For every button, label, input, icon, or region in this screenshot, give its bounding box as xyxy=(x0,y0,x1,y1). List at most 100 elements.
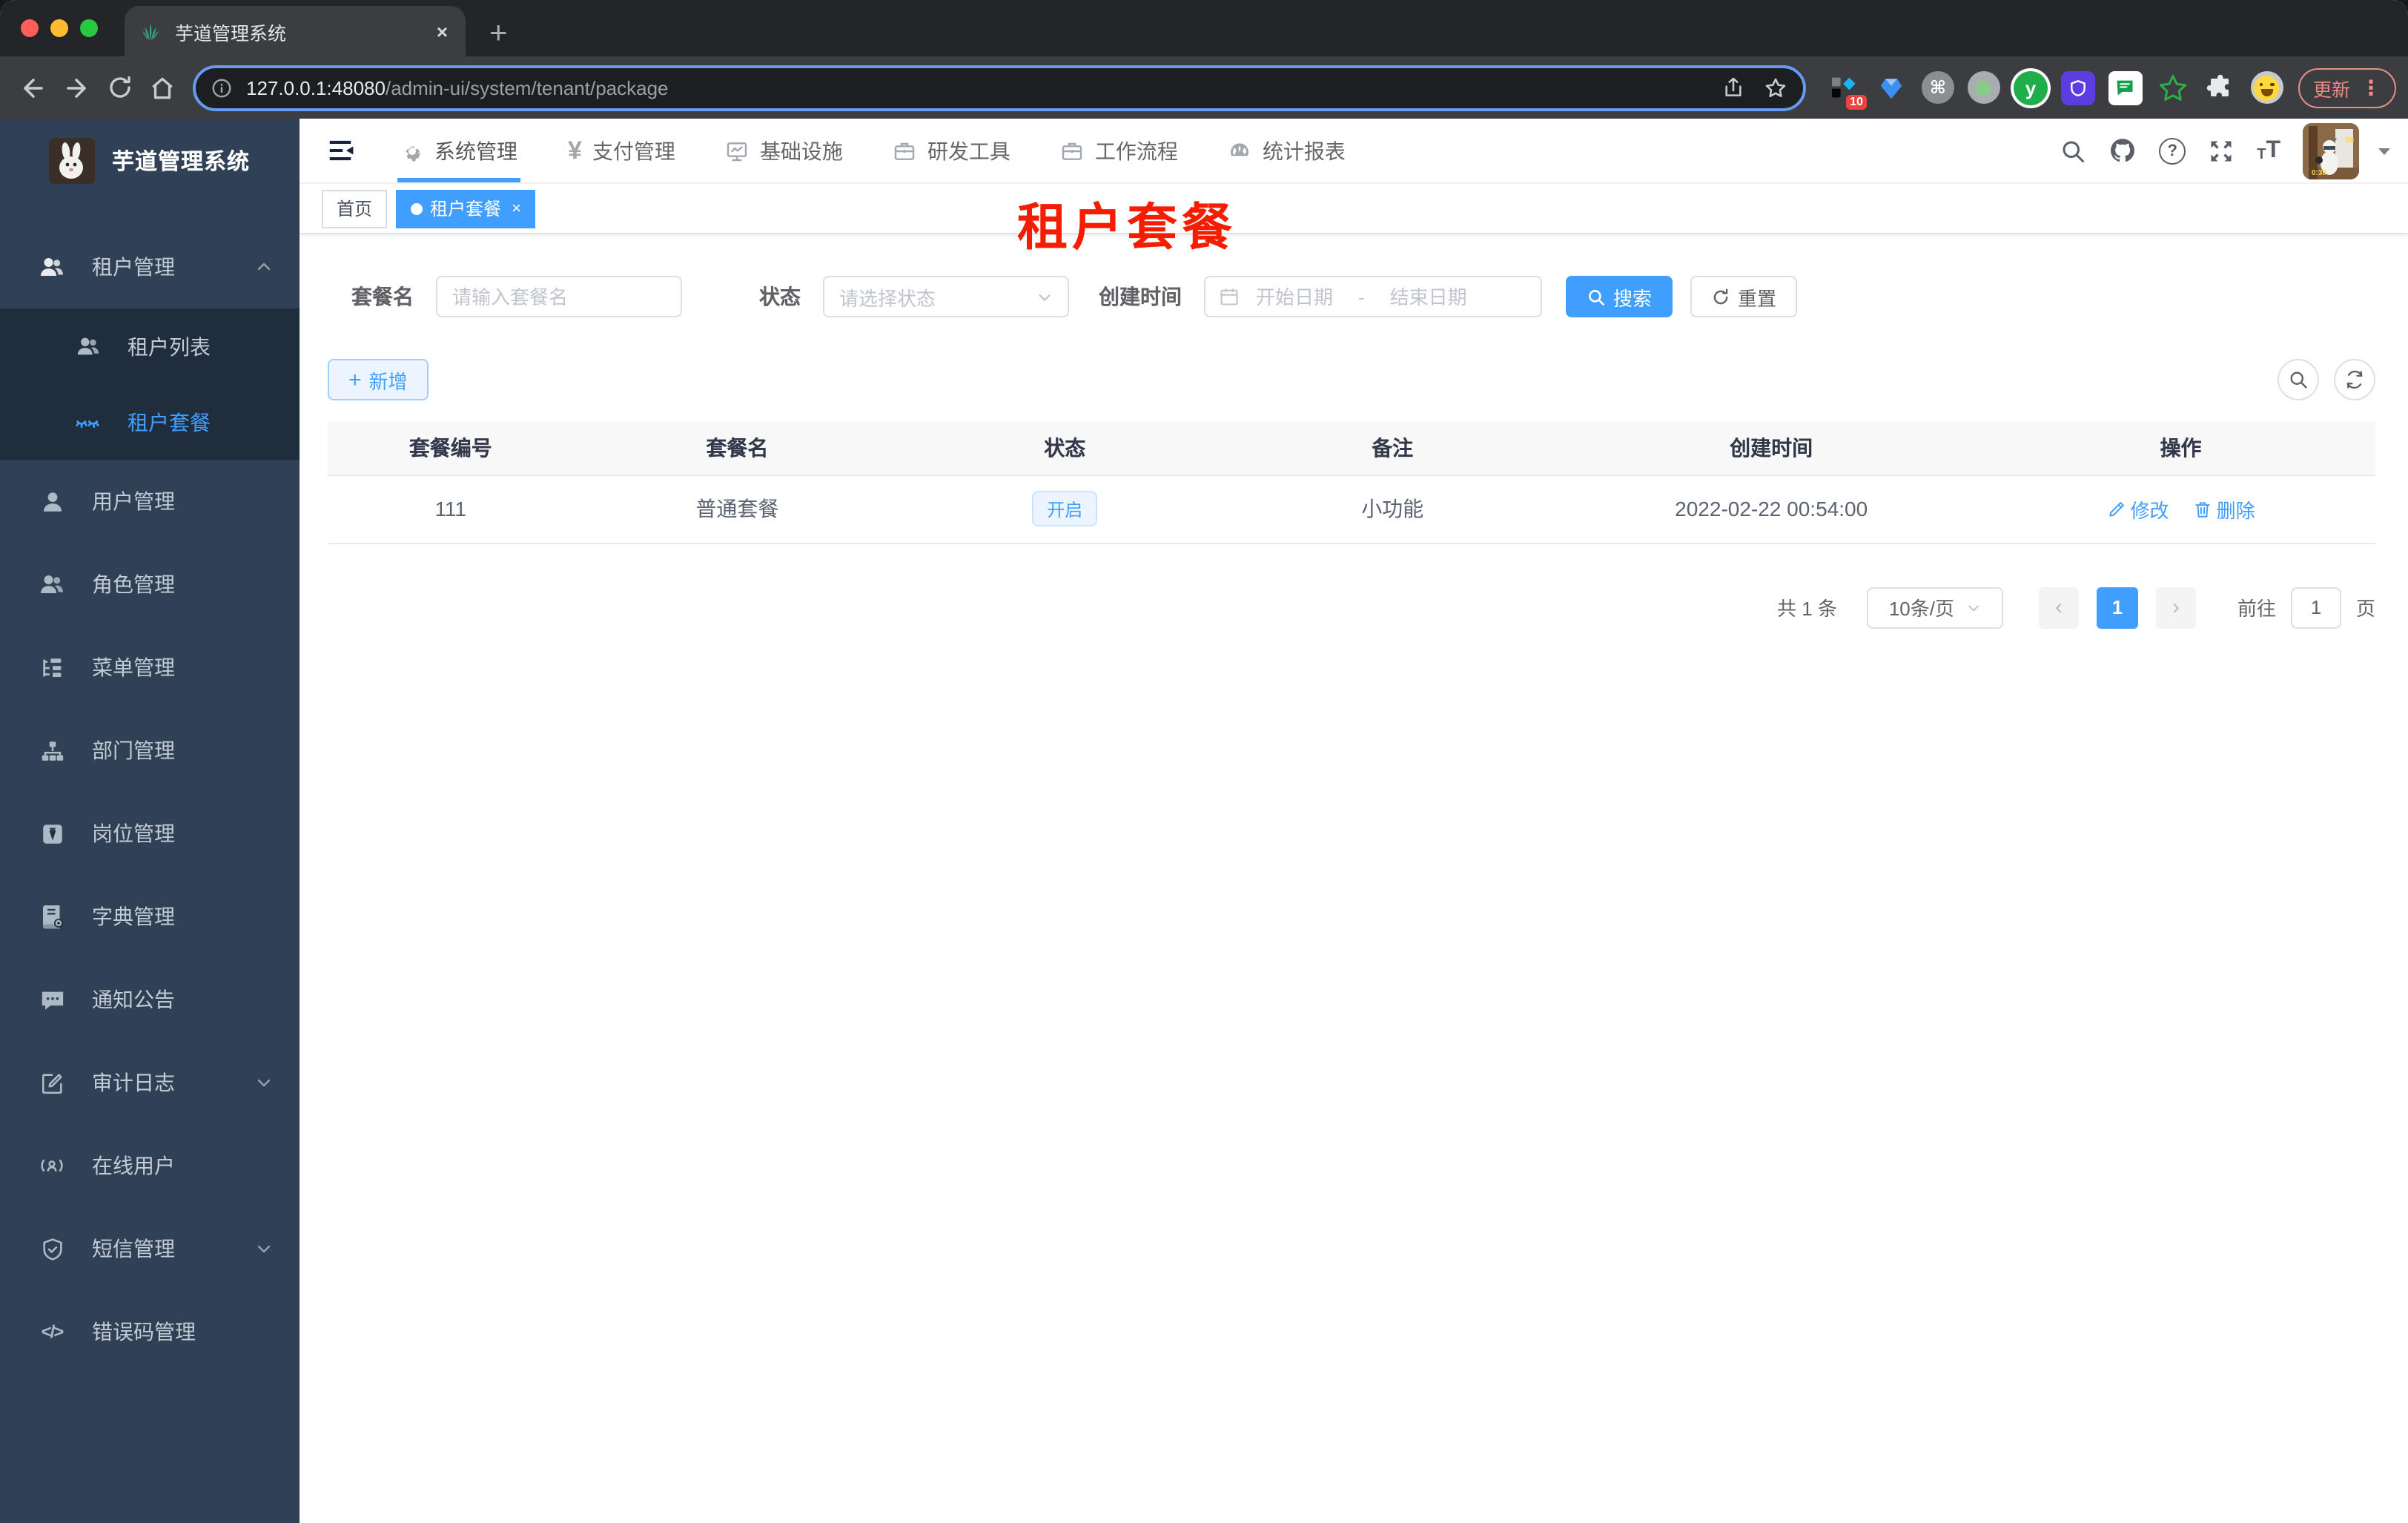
nav-label: 支付管理 xyxy=(592,139,675,162)
extension-shield-icon[interactable] xyxy=(2060,70,2095,105)
sidebar-item-post-management[interactable]: 岗位管理 xyxy=(0,792,300,875)
close-window-button[interactable] xyxy=(21,19,39,37)
tag-home[interactable]: 首页 xyxy=(322,189,388,228)
users-icon xyxy=(74,333,101,360)
nav-item-infra[interactable]: 基础设施 xyxy=(726,119,843,182)
fullscreen-icon[interactable] xyxy=(2208,137,2235,164)
col-actions: 操作 xyxy=(1986,421,2375,475)
extensions-puzzle-icon[interactable] xyxy=(2203,70,2237,105)
refresh-table-button[interactable] xyxy=(2334,359,2375,400)
browser-toolbar: 127.0.0.1:48080/admin-ui/system/tenant/p… xyxy=(0,56,2408,119)
font-size-icon[interactable]: TT xyxy=(2257,138,2280,162)
user-avatar[interactable]: 68 0:30 xyxy=(2303,122,2359,179)
pagination: 共 1 条 10条/页 ‹ 1 › 前往 页 xyxy=(328,587,2375,628)
edit-link[interactable]: 修改 xyxy=(2107,495,2169,523)
start-date-input[interactable] xyxy=(1248,285,1340,308)
header-search-icon[interactable] xyxy=(2060,137,2086,164)
github-icon[interactable] xyxy=(2108,136,2137,165)
goto-page-input[interactable] xyxy=(2290,587,2341,628)
sidebar-item-label: 错误码管理 xyxy=(92,1320,196,1344)
sidebar-item-tenant-list[interactable]: 租户列表 xyxy=(0,308,300,384)
sidebar-fold-icon[interactable] xyxy=(320,131,359,170)
reload-button[interactable] xyxy=(98,66,141,109)
tab-close-icon[interactable]: × xyxy=(434,20,451,42)
cell-package-id: 111 xyxy=(328,475,574,544)
date-range-picker[interactable]: - xyxy=(1204,276,1542,317)
chrome-update-button[interactable]: 更新 ⋮ xyxy=(2298,67,2396,108)
sidebar-item-sms-management[interactable]: 短信管理 xyxy=(0,1207,300,1290)
chevron-up-icon xyxy=(255,258,273,276)
sidebar-item-user-management[interactable]: 用户管理 xyxy=(0,460,300,543)
select-caret-icon xyxy=(1036,288,1053,305)
extension-badge: 10 xyxy=(1846,94,1867,109)
bookmark-star-icon[interactable] xyxy=(1763,75,1788,100)
add-button[interactable]: + 新增 xyxy=(328,359,429,400)
minimize-window-button[interactable] xyxy=(50,19,68,37)
nav-item-devtools[interactable]: 研发工具 xyxy=(893,119,1010,182)
home-button[interactable] xyxy=(141,66,184,109)
sidebar-item-label: 在线用户 xyxy=(92,1154,175,1177)
dashboard-icon xyxy=(1228,139,1252,162)
next-page-button[interactable]: › xyxy=(2155,587,2196,628)
current-page-button[interactable]: 1 xyxy=(2096,587,2138,628)
sidebar-item-tenant-management[interactable]: 租户管理 xyxy=(0,225,300,308)
main-area: 租户套餐 系统管理 ¥ 支付管理 基础设施 研发工具 工作流程 统计报表 ? T… xyxy=(300,119,2408,1523)
prev-page-button[interactable]: ‹ xyxy=(2038,587,2079,628)
page-size-select[interactable]: 10条/页 xyxy=(1866,587,2003,628)
tag-tenant-package[interactable]: 租户套餐 × xyxy=(396,189,536,228)
extension-gem-icon[interactable] xyxy=(1874,70,1908,105)
header-right-tools: ? TT 68 0:30 xyxy=(2060,122,2408,179)
nav-label: 统计报表 xyxy=(1262,139,1346,162)
delete-link[interactable]: 删除 xyxy=(2193,495,2255,523)
end-date-input[interactable] xyxy=(1382,285,1475,308)
extension-star-icon[interactable] xyxy=(2156,70,2190,105)
help-icon[interactable]: ? xyxy=(2159,137,2186,164)
app-shell: 芋道管理系统 租户管理 租户列表 租户套餐 用户管理 角色管理 菜单管理 部门管… xyxy=(0,119,2408,1523)
sidebar-item-label: 角色管理 xyxy=(92,572,175,596)
reset-button[interactable]: 重置 xyxy=(1690,276,1798,317)
goto-label: 前往 xyxy=(2237,598,2276,620)
share-icon[interactable] xyxy=(1721,76,1745,99)
date-separator: - xyxy=(1358,285,1365,308)
sidebar-item-role-management[interactable]: 角色管理 xyxy=(0,543,300,626)
nav-item-workflow[interactable]: 工作流程 xyxy=(1061,119,1178,182)
profile-avatar-emoji[interactable] xyxy=(2250,71,2283,104)
toggle-search-button[interactable] xyxy=(2278,359,2319,400)
browser-menu-icon[interactable]: ⋮ xyxy=(2361,75,2381,100)
extension-recorder-icon[interactable] xyxy=(1967,71,2000,104)
tag-close-icon[interactable]: × xyxy=(512,199,521,217)
avatar-caret-down-icon[interactable] xyxy=(2375,142,2393,159)
cell-status: 开启 xyxy=(901,475,1229,544)
nav-item-report[interactable]: 统计报表 xyxy=(1228,119,1346,182)
back-button[interactable] xyxy=(12,66,55,109)
users-icon xyxy=(39,571,65,598)
package-name-input[interactable] xyxy=(436,276,682,317)
url-text[interactable]: 127.0.0.1:48080/admin-ui/system/tenant/p… xyxy=(246,76,1721,99)
sidebar-item-online-users[interactable]: 在线用户 xyxy=(0,1124,300,1207)
sidebar-item-audit-log[interactable]: 审计日志 xyxy=(0,1041,300,1124)
sidebar-item-label: 岗位管理 xyxy=(92,822,175,845)
extensions-bar: 10 ⌘ y xyxy=(1827,70,2283,109)
nav-item-payment[interactable]: ¥ 支付管理 xyxy=(568,119,675,182)
extension-y-icon[interactable]: y xyxy=(2013,70,2048,105)
zoom-window-button[interactable] xyxy=(80,19,98,37)
nav-item-system[interactable]: 系统管理 xyxy=(397,119,520,182)
search-button[interactable]: 搜索 xyxy=(1566,276,1673,317)
sidebar-item-tenant-package[interactable]: 租户套餐 xyxy=(0,384,300,460)
sidebar-item-notice[interactable]: 通知公告 xyxy=(0,958,300,1041)
sidebar-item-menu-management[interactable]: 菜单管理 xyxy=(0,626,300,709)
browser-tab[interactable]: 芋道管理系统 × xyxy=(125,6,466,56)
sidebar-item-error-code[interactable]: </> 错误码管理 xyxy=(0,1290,300,1373)
forward-button[interactable] xyxy=(55,66,98,109)
nav-label: 研发工具 xyxy=(927,139,1010,162)
sidebar-item-dict-management[interactable]: 字典管理 xyxy=(0,875,300,958)
new-tab-button[interactable]: + xyxy=(489,18,508,49)
address-bar[interactable]: 127.0.0.1:48080/admin-ui/system/tenant/p… xyxy=(193,65,1806,110)
extension-tabs-icon[interactable]: 10 xyxy=(1827,70,1867,109)
extension-cmd-icon[interactable]: ⌘ xyxy=(1921,71,1954,104)
site-info-icon[interactable] xyxy=(211,76,233,99)
status-select[interactable]: 请选择状态 xyxy=(823,276,1069,317)
extension-chat-icon[interactable] xyxy=(2108,70,2143,105)
table-toolbar: + 新增 xyxy=(328,359,2375,400)
sidebar-item-dept-management[interactable]: 部门管理 xyxy=(0,709,300,792)
